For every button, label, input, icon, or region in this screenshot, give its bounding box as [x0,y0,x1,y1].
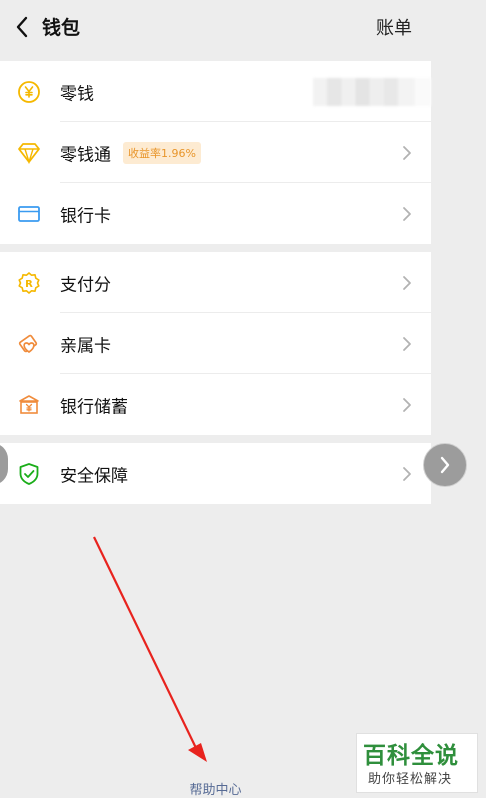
diamond-icon [16,140,42,166]
bank-savings-label: 银行储蓄 [60,397,128,417]
change-plus-label: 零钱通 [60,145,111,165]
bank-savings-row[interactable]: 银行储蓄 [0,374,431,435]
change-row[interactable]: 零钱 [0,61,431,122]
svg-text:R: R [25,279,33,290]
wallet-group-services: R 支付分 亲属卡 银行储蓄 [0,252,431,435]
security-label: 安全保障 [60,466,128,486]
chevron-right-icon [403,206,411,221]
pay-score-row[interactable]: R 支付分 [0,252,431,313]
page-title: 钱包 [42,17,81,39]
chevron-right-icon [440,456,450,474]
bank-card-label: 银行卡 [60,206,111,226]
bank-card-row[interactable]: 银行卡 [0,183,431,244]
chevron-right-icon [403,397,411,412]
family-card-label: 亲属卡 [60,336,111,356]
bank-card-icon [16,201,42,227]
watermark-logo: 百科全说 助你轻松解决 [356,733,478,793]
bill-button[interactable]: 账单 [376,14,412,40]
watermark-title: 百科全说 [363,743,459,769]
chevron-right-icon [403,145,411,160]
chevron-right-icon [403,336,411,351]
change-plus-row[interactable]: 零钱通 收益率1.96% [0,122,431,183]
bank-savings-icon [16,392,42,418]
watermark-subtitle: 助你轻松解决 [368,772,453,787]
balance-redacted [313,77,431,106]
family-card-icon [16,331,42,357]
back-button[interactable] [12,14,32,40]
chevron-right-icon [403,275,411,290]
wallet-group-balance: 零钱 零钱通 收益率1.96% 银行卡 [0,61,431,244]
change-label: 零钱 [60,84,94,104]
shield-icon [16,461,42,487]
family-card-row[interactable]: 亲属卡 [0,313,431,374]
nav-bar: 钱包 账单 [0,0,486,56]
security-row[interactable]: 安全保障 [0,443,431,504]
chevron-right-icon [403,466,411,481]
wallet-group-security: 安全保障 [0,443,431,504]
yuan-coin-icon [16,79,42,105]
yield-badge: 收益率1.96% [123,141,201,164]
pay-score-label: 支付分 [60,275,111,295]
pay-score-icon: R [16,270,42,296]
next-arrow-button[interactable] [423,443,467,487]
back-arrow-icon [16,16,28,38]
